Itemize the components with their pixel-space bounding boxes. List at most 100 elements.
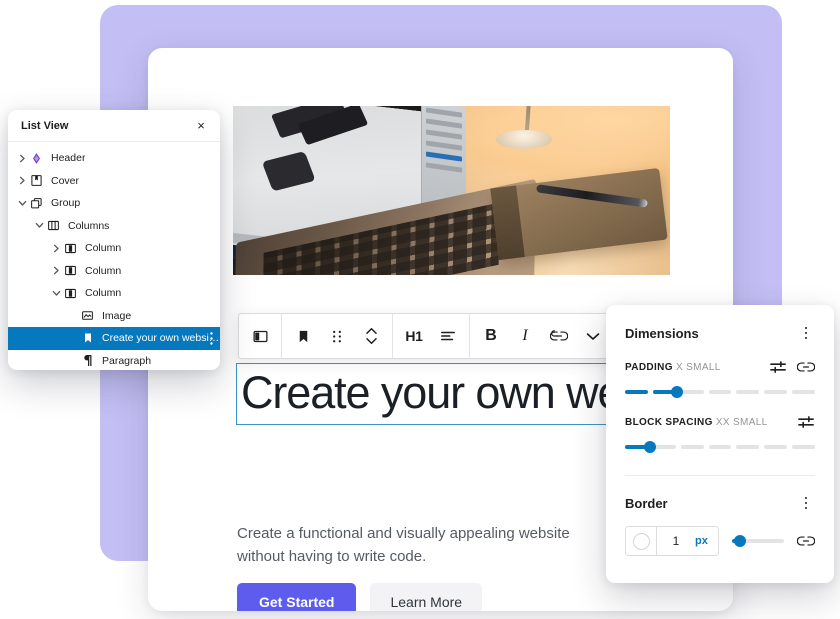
- drag-handle-button[interactable]: [320, 315, 354, 357]
- italic-button[interactable]: I: [508, 315, 542, 357]
- panel-divider: [625, 475, 815, 476]
- slider-knob[interactable]: [644, 441, 657, 453]
- columns-icon-button[interactable]: [243, 315, 277, 357]
- sliders-icon[interactable]: [770, 360, 787, 374]
- link-icon: [550, 330, 568, 342]
- more-rich-text-button[interactable]: [576, 315, 610, 357]
- padding-icons: [770, 360, 815, 374]
- cover-block-icon: [29, 173, 44, 188]
- row-options-kebab-icon[interactable]: [210, 327, 213, 350]
- panel-row-selected: [426, 151, 462, 162]
- slider-knob[interactable]: [671, 386, 684, 398]
- list-view-row-columns[interactable]: Columns: [8, 215, 220, 238]
- slider-segment[interactable]: [708, 390, 732, 394]
- hero-image-block[interactable]: [233, 106, 670, 275]
- list-view-row-label: Column: [85, 264, 122, 277]
- learn-more-button[interactable]: Learn More: [370, 583, 483, 611]
- slider-segment[interactable]: [764, 445, 788, 449]
- slider-segment[interactable]: [680, 445, 704, 449]
- chevron-down-icon[interactable]: [15, 200, 29, 207]
- block-toolbar: H1 B I: [238, 313, 658, 359]
- chevron-up-down-icon: [365, 326, 378, 346]
- list-view-row-label: Columns: [68, 219, 110, 232]
- bold-button[interactable]: B: [474, 315, 508, 357]
- dimensions-panel: Dimensions PADDING X SMALL BLOCK SPACING…: [606, 305, 834, 583]
- chevron-right-icon[interactable]: [49, 244, 63, 253]
- dimensions-options-button[interactable]: [797, 323, 815, 343]
- toolbar-group-inline-format: B I: [470, 314, 615, 358]
- paragraph-block-icon: [80, 353, 95, 368]
- padding-slider[interactable]: [625, 386, 816, 398]
- chevron-right-icon[interactable]: [15, 154, 29, 163]
- list-view-row-label: Cover: [51, 174, 80, 187]
- border-header: Border: [625, 493, 815, 513]
- slider-segment[interactable]: [736, 445, 760, 449]
- chevron-down-icon[interactable]: [32, 222, 46, 229]
- list-view-row-column[interactable]: Column: [8, 260, 220, 283]
- dimensions-header: Dimensions: [625, 323, 815, 343]
- close-icon[interactable]: ×: [192, 117, 210, 135]
- panel-row: [426, 162, 462, 173]
- heading-level-button[interactable]: H1: [397, 315, 431, 357]
- chevron-down-icon[interactable]: [49, 290, 63, 297]
- chevron-right-icon[interactable]: [49, 266, 63, 275]
- border-width-slider[interactable]: [732, 535, 784, 547]
- slider-segment[interactable]: [652, 445, 676, 449]
- laptop-on-desk-photo: [233, 106, 670, 275]
- toolbar-group-block-actions: [282, 314, 393, 358]
- toolbar-group-text-format: H1: [393, 314, 470, 358]
- align-text-button[interactable]: [431, 315, 465, 357]
- link-button[interactable]: [542, 315, 576, 357]
- list-view-row-label: Column: [85, 287, 122, 300]
- padding-label: PADDING X SMALL: [625, 362, 721, 373]
- list-view-panel: List View × Header Cover Group Columns Colum…: [8, 110, 220, 370]
- sliders-icon[interactable]: [798, 415, 815, 429]
- slider-segment[interactable]: [792, 445, 816, 449]
- list-view-row-label: Paragraph: [102, 354, 152, 367]
- list-view-row-image[interactable]: Image: [8, 305, 220, 328]
- column-block-icon: [63, 241, 78, 256]
- list-view-row-group[interactable]: Group: [8, 192, 220, 215]
- list-view-row-cover[interactable]: Cover: [8, 170, 220, 193]
- slider-segment[interactable]: [625, 390, 648, 394]
- border-color-button[interactable]: [626, 527, 657, 555]
- columns-icon: [252, 328, 269, 345]
- list-view-header: List View ×: [8, 110, 220, 142]
- link-sides-icon[interactable]: [797, 361, 815, 373]
- list-view-row-create-your-own-websi[interactable]: Create your own websi…: [8, 327, 220, 350]
- border-title: Border: [625, 495, 668, 511]
- list-view-row-column[interactable]: Column: [8, 237, 220, 260]
- border-unit-selector[interactable]: px: [695, 535, 715, 547]
- border-width-input[interactable]: [657, 526, 695, 556]
- slider-knob[interactable]: [734, 535, 746, 547]
- block-spacing-label: BLOCK SPACING XX SMALL: [625, 417, 768, 428]
- color-swatch-icon: [632, 532, 650, 550]
- list-view-title: List View: [21, 119, 69, 132]
- slider-segment[interactable]: [708, 445, 732, 449]
- bookmark-icon-button[interactable]: [286, 315, 320, 357]
- slider-segment[interactable]: [680, 390, 704, 394]
- slider-segment[interactable]: [792, 390, 816, 394]
- list-view-row-paragraph[interactable]: Paragraph: [8, 350, 220, 371]
- column-block-icon: [63, 286, 78, 301]
- panel-row: [426, 118, 462, 129]
- toolbar-group-block-type: [239, 314, 282, 358]
- link-sides-icon[interactable]: [797, 535, 815, 547]
- list-view-row-header[interactable]: Header: [8, 147, 220, 170]
- align-left-icon: [440, 329, 456, 343]
- list-view-row-column[interactable]: Column: [8, 282, 220, 305]
- move-up-down-button[interactable]: [354, 315, 388, 357]
- border-options-button[interactable]: [797, 493, 815, 513]
- list-view-row-label: Create your own websi…: [102, 332, 220, 345]
- column-block-icon: [63, 263, 78, 278]
- lamp-base-shape: [496, 130, 552, 149]
- get-started-button[interactable]: Get Started: [237, 583, 357, 611]
- chevron-right-icon[interactable]: [15, 176, 29, 185]
- hero-subtext: Create a functional and visually appeali…: [237, 525, 570, 565]
- panel-row: [426, 129, 462, 140]
- block-spacing-icons: [798, 415, 815, 429]
- image-block-icon: [80, 308, 95, 323]
- block-spacing-slider[interactable]: [625, 441, 816, 453]
- slider-segment[interactable]: [764, 390, 788, 394]
- slider-segment[interactable]: [736, 390, 760, 394]
